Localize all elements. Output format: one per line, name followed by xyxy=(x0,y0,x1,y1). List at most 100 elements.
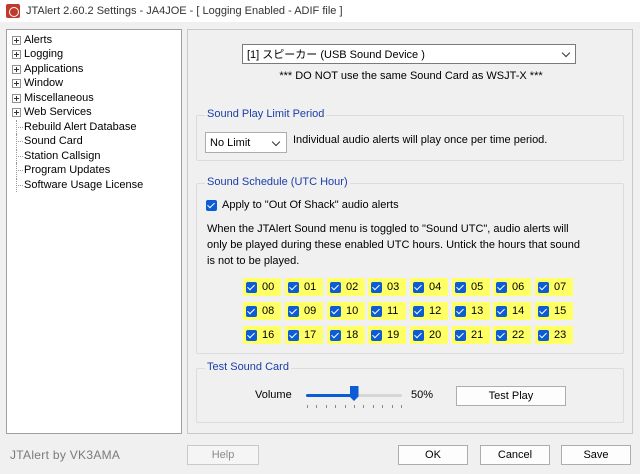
volume-tick xyxy=(354,405,355,408)
expand-icon[interactable] xyxy=(12,49,21,59)
hour-checkbox-06[interactable]: 06 xyxy=(493,278,531,296)
hour-checkbox-00[interactable]: 00 xyxy=(243,278,281,296)
checkbox-checked-icon[interactable] xyxy=(371,305,382,317)
checkbox-checked-icon[interactable] xyxy=(246,305,257,317)
out-of-shack-checkbox[interactable]: Apply to "Out Of Shack" audio alerts xyxy=(206,199,399,211)
hour-label: 22 xyxy=(512,329,525,341)
hour-label: 06 xyxy=(512,281,525,293)
checkbox-checked-icon[interactable] xyxy=(455,305,466,317)
hour-checkbox-17[interactable]: 17 xyxy=(285,326,323,344)
hour-checkbox-21[interactable]: 21 xyxy=(452,326,490,344)
checkbox-checked-icon[interactable] xyxy=(496,281,507,293)
hour-checkbox-05[interactable]: 05 xyxy=(452,278,490,296)
volume-tick xyxy=(372,405,374,408)
hour-checkbox-20[interactable]: 20 xyxy=(410,326,448,344)
hour-label: 20 xyxy=(429,329,442,341)
tree-item-label: Alerts xyxy=(24,34,53,46)
hour-label: 10 xyxy=(346,305,359,317)
checkbox-checked-icon[interactable] xyxy=(371,329,382,341)
checkbox-checked-icon[interactable] xyxy=(330,305,341,317)
limit-period-select[interactable]: No Limit xyxy=(205,132,287,153)
checkbox-checked-icon[interactable] xyxy=(371,281,382,293)
hour-checkbox-09[interactable]: 09 xyxy=(285,302,323,320)
hour-label: 18 xyxy=(346,329,359,341)
hour-checkbox-18[interactable]: 18 xyxy=(327,326,365,344)
hour-checkbox-08[interactable]: 08 xyxy=(243,302,281,320)
tree-item-station-callsign[interactable]: Station Callsign xyxy=(12,149,100,163)
hour-checkbox-14[interactable]: 14 xyxy=(493,302,531,320)
hour-label: 04 xyxy=(429,281,442,293)
checkbox-checked-icon[interactable] xyxy=(455,281,466,293)
checkbox-checked-icon[interactable] xyxy=(538,329,549,341)
expand-icon[interactable] xyxy=(12,107,21,117)
limit-period-value: No Limit xyxy=(210,136,251,149)
tree-connector xyxy=(12,134,24,148)
checkbox-checked-icon[interactable] xyxy=(330,281,341,293)
tree-item-rebuild-alert-database[interactable]: Rebuild Alert Database xyxy=(12,120,137,134)
hour-checkbox-10[interactable]: 10 xyxy=(327,302,365,320)
checkbox-checked-icon[interactable] xyxy=(288,305,299,317)
expand-icon[interactable] xyxy=(12,35,21,45)
hour-checkbox-23[interactable]: 23 xyxy=(535,326,573,344)
checkbox-checked-icon[interactable] xyxy=(455,329,466,341)
tree-item-sound-card[interactable]: Sound Card xyxy=(12,134,83,148)
chevron-down-icon xyxy=(561,48,571,58)
test-group-title: Test Sound Card xyxy=(205,361,291,373)
tree-item-applications[interactable]: Applications xyxy=(12,62,83,76)
hour-checkbox-22[interactable]: 22 xyxy=(493,326,531,344)
hour-checkbox-03[interactable]: 03 xyxy=(368,278,406,296)
cancel-button[interactable]: Cancel xyxy=(480,445,550,465)
hour-checkbox-13[interactable]: 13 xyxy=(452,302,490,320)
tree-item-web-services[interactable]: Web Services xyxy=(12,105,92,119)
tree-connector xyxy=(12,178,24,192)
checkbox-checked-icon[interactable] xyxy=(496,305,507,317)
ok-button[interactable]: OK xyxy=(398,445,468,465)
checkbox-checked-icon[interactable] xyxy=(413,305,424,317)
hour-checkbox-15[interactable]: 15 xyxy=(535,302,573,320)
tree-item-program-updates[interactable]: Program Updates xyxy=(12,163,110,177)
hour-label: 14 xyxy=(512,305,525,317)
tree-item-alerts[interactable]: Alerts xyxy=(12,33,52,47)
hour-checkbox-04[interactable]: 04 xyxy=(410,278,448,296)
hour-checkbox-01[interactable]: 01 xyxy=(285,278,323,296)
tree-item-miscellaneous[interactable]: Miscellaneous xyxy=(12,91,94,105)
help-button[interactable]: Help xyxy=(187,445,259,465)
volume-slider-thumb[interactable] xyxy=(349,386,359,401)
hour-label: 21 xyxy=(471,329,484,341)
checkbox-checked-icon[interactable] xyxy=(538,281,549,293)
tree-item-label: Applications xyxy=(24,63,84,75)
checkbox-checked-icon[interactable] xyxy=(496,329,507,341)
tree-item-window[interactable]: Window xyxy=(12,76,63,90)
checkbox-checked-icon[interactable] xyxy=(246,329,257,341)
hour-checkbox-16[interactable]: 16 xyxy=(243,326,281,344)
checkbox-checked-icon[interactable] xyxy=(206,199,217,211)
checkbox-checked-icon[interactable] xyxy=(330,329,341,341)
tree-item-logging[interactable]: Logging xyxy=(12,47,63,61)
footer-brand: JTAlert by VK3AMA xyxy=(10,448,121,462)
checkbox-checked-icon[interactable] xyxy=(288,281,299,293)
sound-device-value: [1] スピーカー (USB Sound Device ) xyxy=(247,49,425,61)
checkbox-checked-icon[interactable] xyxy=(413,329,424,341)
settings-tree[interactable]: Alerts Logging Applications Window Misce… xyxy=(6,29,182,434)
checkbox-checked-icon[interactable] xyxy=(288,329,299,341)
test-play-button[interactable]: Test Play xyxy=(456,386,566,406)
expand-icon[interactable] xyxy=(12,93,21,103)
checkbox-checked-icon[interactable] xyxy=(538,305,549,317)
hour-checkbox-11[interactable]: 11 xyxy=(368,302,406,320)
sound-device-select[interactable]: [1] スピーカー (USB Sound Device ) xyxy=(242,44,576,64)
title-bar: JTAlert 2.60.2 Settings - JA4JOE - [ Log… xyxy=(0,0,640,22)
checkbox-checked-icon[interactable] xyxy=(413,281,424,293)
volume-tick xyxy=(382,405,384,408)
hour-checkbox-12[interactable]: 12 xyxy=(410,302,448,320)
hour-checkbox-07[interactable]: 07 xyxy=(535,278,573,296)
hour-checkbox-19[interactable]: 19 xyxy=(368,326,406,344)
save-button[interactable]: Save xyxy=(561,445,631,465)
hour-label: 16 xyxy=(262,329,275,341)
expand-icon[interactable] xyxy=(12,64,21,74)
checkbox-checked-icon[interactable] xyxy=(246,281,257,293)
limit-group: Sound Play Limit Period No Limit Individ… xyxy=(196,108,624,161)
hour-label: 23 xyxy=(554,329,567,341)
tree-item-software-usage-license[interactable]: Software Usage License xyxy=(12,178,143,192)
expand-icon[interactable] xyxy=(12,78,21,88)
hour-checkbox-02[interactable]: 02 xyxy=(327,278,365,296)
